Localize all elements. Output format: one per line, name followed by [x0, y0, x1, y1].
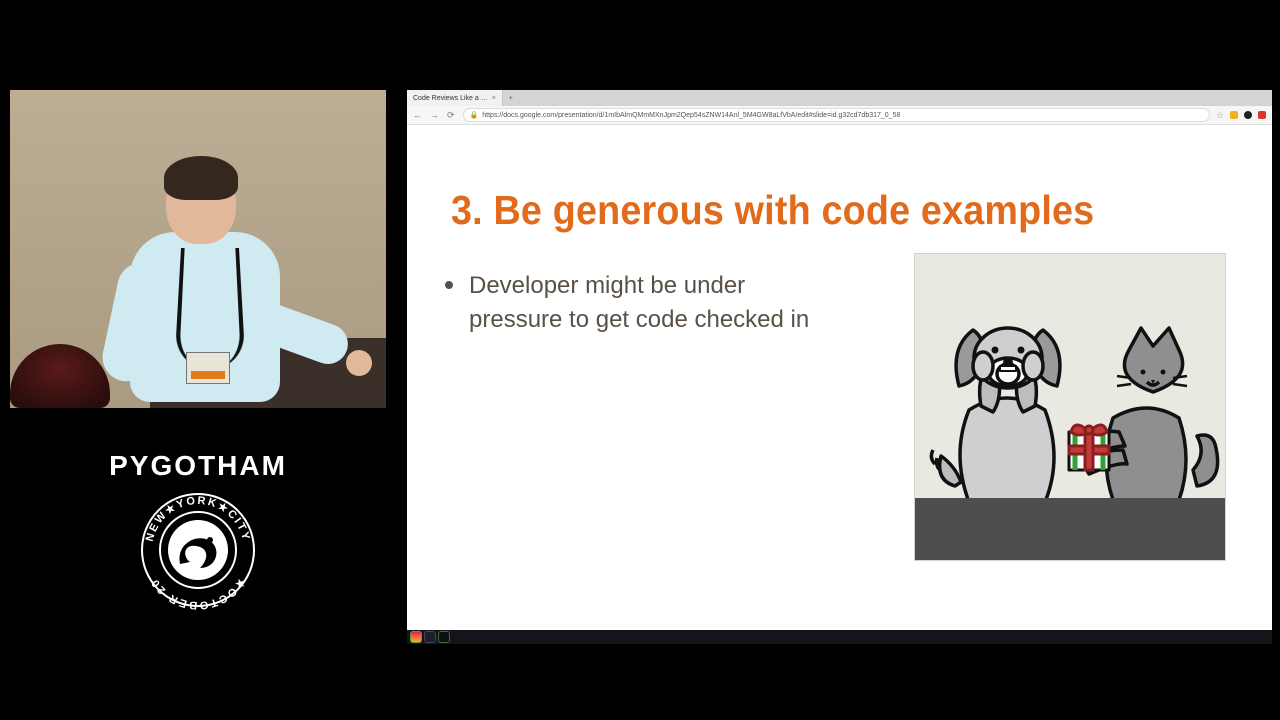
speaker-hair [164, 156, 238, 200]
browser-tab[interactable]: Code Reviews Like a … × [407, 90, 503, 106]
nav-forward-icon[interactable]: → [430, 110, 441, 120]
slide: 3. Be generous with code examples Develo… [407, 125, 1272, 630]
address-bar: ← → ⟳ 🔒 https://docs.google.com/presenta… [407, 106, 1272, 125]
extension-icon[interactable] [1258, 111, 1266, 119]
taskbar-app-icon[interactable] [411, 632, 421, 642]
lanyard [174, 248, 245, 369]
extension-icon[interactable] [1244, 111, 1252, 119]
bookmark-star-icon[interactable]: ☆ [1216, 111, 1224, 119]
nav-back-icon[interactable]: ← [413, 110, 424, 120]
conference-name: PYGOTHAM [48, 450, 348, 482]
taskbar-app-icon[interactable] [425, 632, 435, 642]
reload-icon[interactable]: ⟳ [447, 110, 457, 121]
close-tab-icon[interactable]: × [492, 95, 496, 102]
slide-bullet-1: Developer might be under pressure to get… [469, 269, 839, 337]
slide-illustration [914, 253, 1226, 561]
taskbar-app-icon[interactable] [439, 632, 449, 642]
url-text: https://docs.google.com/presentation/d/1… [482, 112, 900, 119]
speaker-badge [186, 352, 230, 384]
extension-icon[interactable] [1230, 111, 1238, 119]
tab-strip: Code Reviews Like a … × + [407, 90, 1272, 106]
slide-heading: 3. Be generous with code examples [451, 187, 1094, 234]
tab-title: Code Reviews Like a … [413, 95, 488, 102]
speaker-video-inset [10, 90, 386, 408]
new-tab-button[interactable]: + [503, 90, 519, 106]
speaker-hand [346, 350, 372, 376]
conference-seal-icon: NEW★YORK★CITY ★OCTOBER 20 [138, 490, 258, 610]
toolbar-extension-icons: ☆ [1216, 111, 1266, 119]
speaker [110, 162, 310, 402]
url-input[interactable]: 🔒 https://docs.google.com/presentation/d… [463, 108, 1210, 122]
illustration-floor [915, 498, 1225, 560]
lock-icon: 🔒 [470, 111, 479, 119]
conference-badge: PYGOTHAM NEW★YORK★CITY ★OCTOBER 20 [48, 450, 348, 610]
os-taskbar [407, 630, 1272, 644]
browser-window: Code Reviews Like a … × + ← → ⟳ 🔒 https:… [407, 90, 1272, 643]
